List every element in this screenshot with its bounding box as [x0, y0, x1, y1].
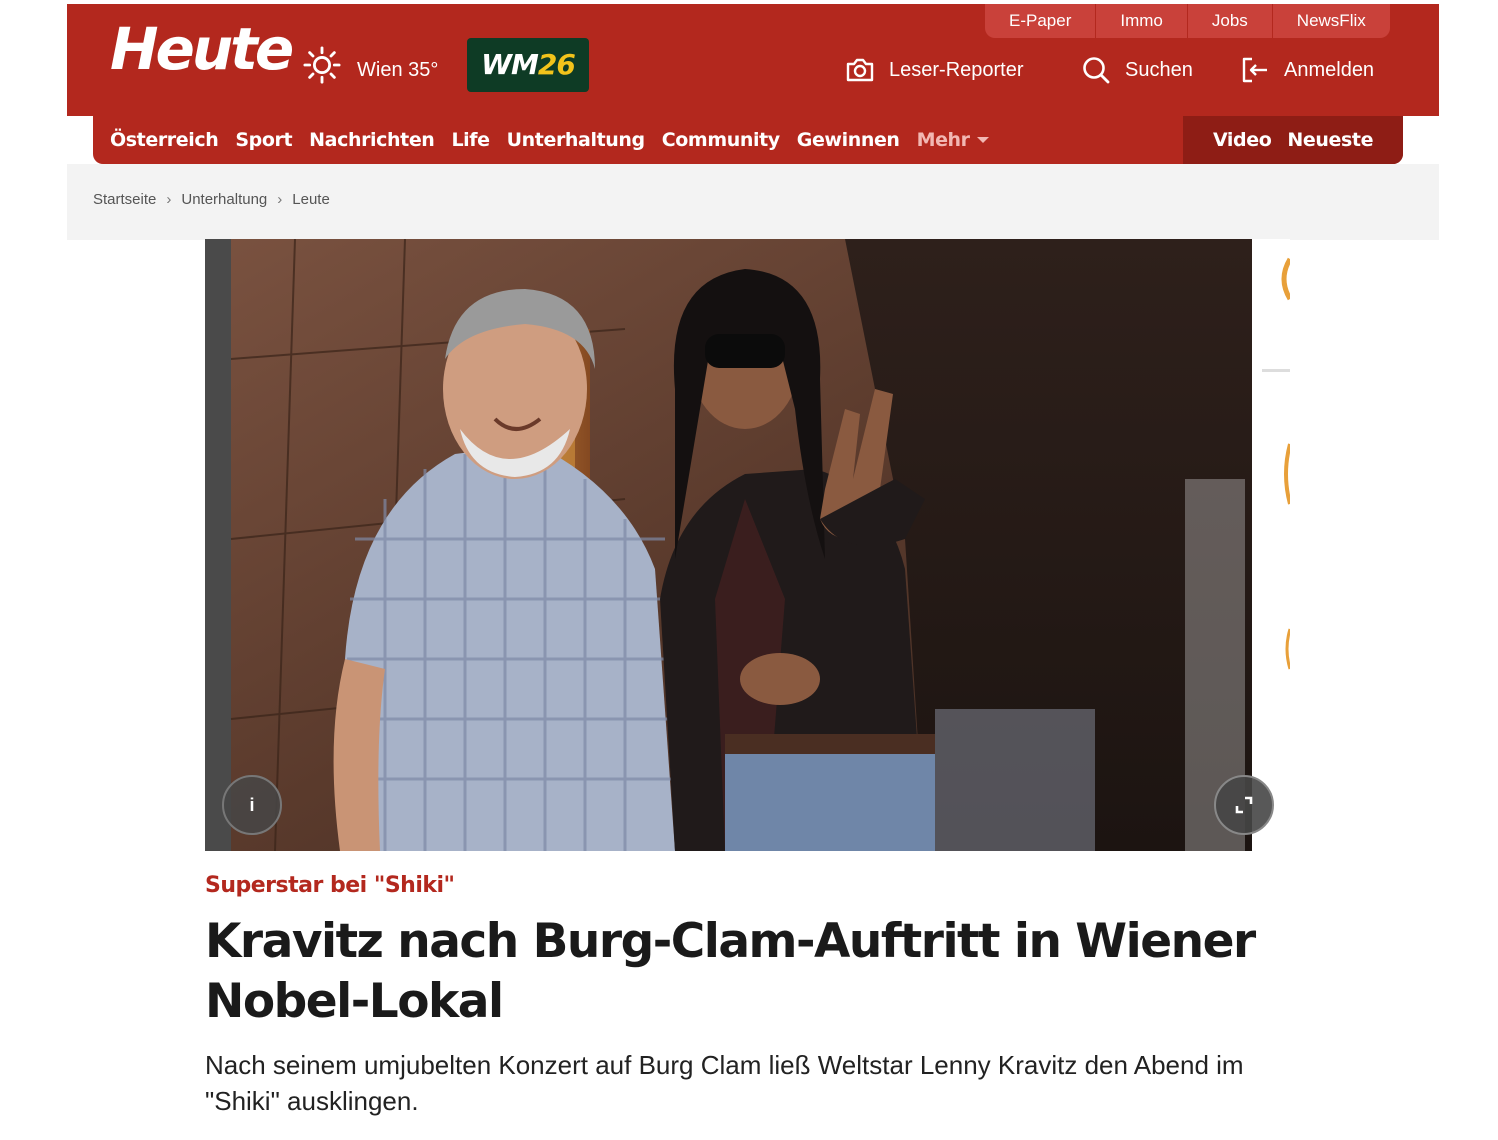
site-header: Heute Wien 35° WM26 E-Paper Immo Jobs Ne… [67, 4, 1439, 116]
next-image-preview[interactable] [1252, 239, 1290, 851]
article-headline: Kravitz nach Burg-Clam-Auftritt in Wiene… [205, 914, 1256, 1029]
top-link-epaper[interactable]: E-Paper [985, 4, 1095, 38]
top-links: E-Paper Immo Jobs NewsFlix [985, 4, 1390, 38]
breadcrumb: Startseite › Unterhaltung › Leute [93, 191, 330, 208]
weather-label[interactable]: Wien 35° [357, 59, 438, 82]
top-link-immo[interactable]: Immo [1095, 4, 1187, 38]
wm26-badge[interactable]: WM26 [467, 38, 589, 92]
image-info-button[interactable]: i [222, 775, 282, 835]
nav-item-sport[interactable]: Sport [235, 129, 292, 151]
expand-image-button[interactable] [1214, 775, 1274, 835]
nav-right-group: Video Neueste [1183, 116, 1403, 164]
breadcrumb-leute[interactable]: Leute [292, 191, 330, 208]
login-icon [1242, 57, 1267, 83]
nav-item-life[interactable]: Life [451, 129, 490, 151]
wm-prefix: WM [481, 48, 539, 81]
nav-item-more[interactable]: Mehr [917, 129, 989, 151]
search-label: Suchen [1125, 58, 1193, 81]
breadcrumb-bar: Startseite › Unterhaltung › Leute [67, 164, 1439, 240]
heute-logo[interactable]: Heute [110, 20, 294, 78]
search-button[interactable]: Suchen [1081, 54, 1193, 86]
nav-item-community[interactable]: Community [662, 129, 780, 151]
nav-item-video[interactable]: Video [1213, 129, 1272, 151]
nav-item-neueste[interactable]: Neueste [1287, 129, 1373, 151]
login-button[interactable]: Anmelden [1240, 54, 1374, 86]
breadcrumb-unterhaltung[interactable]: Unterhaltung [181, 191, 267, 208]
top-link-newsflix[interactable]: NewsFlix [1271, 4, 1390, 38]
leser-reporter-label: Leser-Reporter [889, 58, 1024, 81]
nav-item-oesterreich[interactable]: Österreich [110, 129, 219, 151]
chevron-down-icon [976, 137, 989, 143]
hero-image[interactable] [205, 239, 1252, 851]
chevron-right-icon: › [166, 191, 172, 208]
top-link-jobs[interactable]: Jobs [1186, 4, 1272, 38]
login-label: Anmelden [1284, 58, 1375, 81]
search-icon [1083, 57, 1110, 84]
expand-icon [1235, 796, 1253, 814]
article-lead: Nach seinem umjubelten Konzert auf Burg … [205, 1050, 1244, 1116]
leser-reporter-button[interactable]: Leser-Reporter [845, 54, 1024, 86]
wm-number: 26 [537, 48, 576, 81]
chevron-right-icon: › [277, 191, 283, 208]
main-nav: Österreich Sport Nachrichten Life Unterh… [93, 116, 1403, 164]
nav-item-gewinnen[interactable]: Gewinnen [797, 129, 900, 151]
breadcrumb-startseite[interactable]: Startseite [93, 191, 156, 208]
camera-icon [846, 58, 874, 82]
nav-item-unterhaltung[interactable]: Unterhaltung [507, 129, 645, 151]
more-label: Mehr [916, 129, 970, 151]
nav-item-nachrichten[interactable]: Nachrichten [309, 129, 435, 151]
sun-icon [303, 46, 341, 84]
article-kicker: Superstar bei "Shiki" [205, 873, 455, 898]
